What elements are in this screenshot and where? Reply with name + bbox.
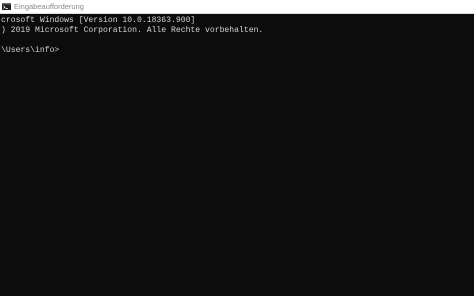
console-line-version: crosoft Windows [Version 10.0.18363.900]	[1, 16, 196, 25]
window-title: Eingabeaufforderung	[14, 1, 84, 11]
console-output[interactable]: crosoft Windows [Version 10.0.18363.900]…	[0, 14, 474, 296]
command-prompt-window: Eingabeaufforderung crosoft Windows [Ver…	[0, 0, 474, 296]
console-line-copyright: ) 2019 Microsoft Corporation. Alle Recht…	[1, 26, 264, 35]
console-icon	[2, 3, 11, 10]
title-bar[interactable]: Eingabeaufforderung	[0, 0, 474, 14]
console-prompt[interactable]: \Users\info>	[1, 46, 59, 56]
